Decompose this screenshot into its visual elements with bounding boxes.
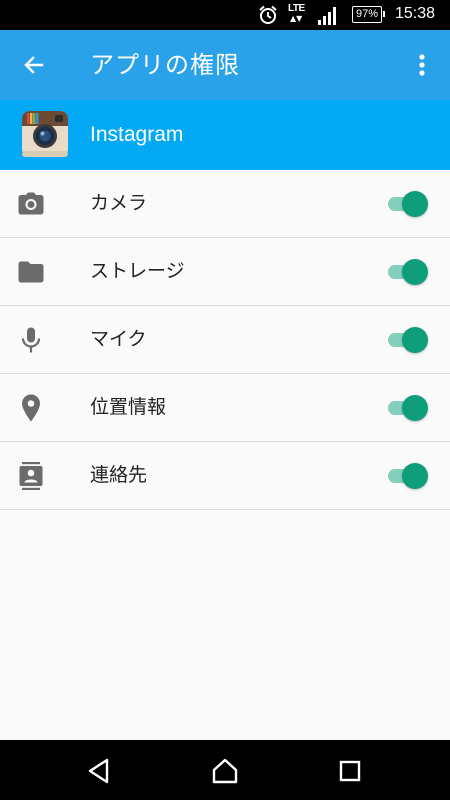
- permission-label: ストレージ: [90, 260, 185, 282]
- status-time: 15:38: [395, 5, 436, 22]
- toggle-thumb: [402, 395, 428, 421]
- square-recents-icon: [339, 760, 361, 782]
- page-title: アプリの権限: [90, 51, 240, 79]
- system-navigation-bar: [0, 740, 450, 800]
- app-bar: アプリの権限: [0, 30, 450, 100]
- folder-icon: [17, 258, 45, 286]
- network-type: LTE: [288, 3, 305, 14]
- app-name: Instagram: [90, 123, 184, 146]
- location-pin-icon: [17, 394, 45, 422]
- battery-level: 97%: [355, 8, 379, 20]
- camera-icon: [17, 190, 45, 218]
- permission-label: カメラ: [90, 192, 148, 214]
- back-button[interactable]: [16, 47, 52, 83]
- status-bar: LTE ▲▼ 97% 15:38: [0, 0, 450, 30]
- triangle-back-icon: [88, 758, 109, 784]
- permission-row-storage[interactable]: ストレージ: [0, 238, 450, 306]
- permission-row-contacts[interactable]: 連絡先: [0, 442, 450, 510]
- toggle-thumb: [402, 463, 428, 489]
- alarm-clock-icon: [259, 5, 277, 24]
- contacts-icon: [17, 462, 45, 490]
- nav-recent-apps-button[interactable]: [334, 755, 366, 787]
- permission-row-microphone[interactable]: マイク: [0, 306, 450, 374]
- storage-toggle[interactable]: [384, 259, 428, 285]
- permission-row-location[interactable]: 位置情報: [0, 374, 450, 442]
- arrow-back-icon: [24, 56, 44, 74]
- house-home-icon: [212, 758, 238, 784]
- permission-row-camera[interactable]: カメラ: [0, 170, 450, 238]
- toggle-thumb: [402, 259, 428, 285]
- lte-indicator: LTE ▲▼: [288, 3, 312, 27]
- contacts-toggle[interactable]: [384, 463, 428, 489]
- signal-strength-icon: [318, 7, 336, 25]
- battery-icon: 97%: [352, 6, 385, 23]
- permission-label: 連絡先: [90, 464, 148, 486]
- permission-label: マイク: [90, 328, 147, 350]
- more-vertical-icon: [419, 54, 425, 76]
- camera-toggle[interactable]: [384, 191, 428, 217]
- microphone-icon: [17, 326, 45, 354]
- app-permissions-screen: LTE ▲▼ 97% 15:38 アプリの権限 Instagram カメラ スト…: [0, 0, 450, 800]
- nav-home-button[interactable]: [209, 755, 241, 787]
- toggle-thumb: [402, 191, 428, 217]
- data-activity-icon: ▲▼: [290, 14, 303, 23]
- nav-back-button[interactable]: [83, 755, 115, 787]
- instagram-app-icon: [22, 111, 68, 157]
- permission-list: カメラ ストレージ マイク 位置情報 連絡先: [0, 170, 450, 510]
- microphone-toggle[interactable]: [384, 327, 428, 353]
- app-info-header: Instagram: [0, 100, 450, 170]
- toggle-thumb: [402, 327, 428, 353]
- location-toggle[interactable]: [384, 395, 428, 421]
- overflow-menu-button[interactable]: [408, 47, 436, 83]
- permission-label: 位置情報: [90, 396, 167, 418]
